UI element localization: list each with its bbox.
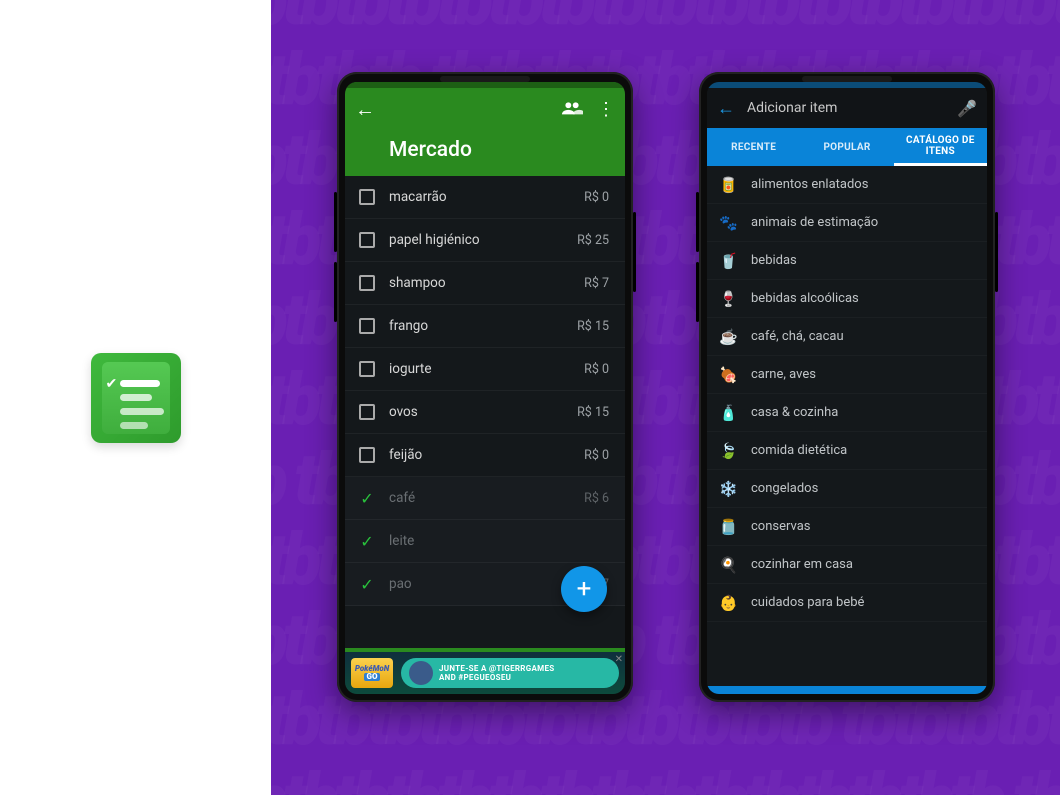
item-price: R$ 15: [577, 319, 609, 334]
category-item[interactable]: 🐾 animais de estimação: [707, 204, 987, 242]
category-icon: 🧴: [719, 404, 737, 422]
category-item[interactable]: 🥤 bebidas: [707, 242, 987, 280]
ad-banner[interactable]: PokéMoN GO JUNTE-SE A @TIGERRGAMES AND #…: [345, 648, 625, 694]
category-item[interactable]: ☕ café, chá, cacau: [707, 318, 987, 356]
list-item[interactable]: ✓ leite: [345, 520, 625, 563]
item-price: R$ 7: [584, 276, 609, 291]
catalog-tabs: RECENTEPOPULARCATÁLOGO DE ITENS: [707, 128, 987, 166]
ad-text: JUNTE-SE A @TIGERRGAMES AND #PEGUEOSEU: [439, 664, 555, 682]
showcase-panel: ← ⋮ Mercado macarrãoR$ 0papel higiénicoR…: [271, 0, 1060, 795]
list-item[interactable]: macarrãoR$ 0: [345, 176, 625, 219]
item-price: R$ 0: [584, 448, 609, 463]
category-icon: 🍖: [719, 366, 737, 384]
item-name: papel higiénico: [389, 232, 577, 248]
item-name: café: [389, 490, 584, 506]
category-item[interactable]: 🧴 casa & cozinha: [707, 394, 987, 432]
list-item[interactable]: frangoR$ 15: [345, 305, 625, 348]
list-item[interactable]: iogurteR$ 0: [345, 348, 625, 391]
category-icon: 🍃: [719, 442, 737, 460]
category-item[interactable]: 🍳 cozinhar em casa: [707, 546, 987, 584]
category-label: bebidas alcoólicas: [751, 291, 859, 306]
list-item[interactable]: feijãoR$ 0: [345, 434, 625, 477]
category-item[interactable]: 🍃 comida dietética: [707, 432, 987, 470]
list-item[interactable]: shampooR$ 7: [345, 262, 625, 305]
phone-catalog: ← Adicionar item 🎤 RECENTEPOPULARCATÁLOG…: [699, 72, 995, 702]
category-item[interactable]: 🫙 conservas: [707, 508, 987, 546]
category-label: casa & cozinha: [751, 405, 838, 420]
list-item[interactable]: papel higiénicoR$ 25: [345, 219, 625, 262]
category-label: carne, aves: [751, 367, 816, 382]
category-icon: 🍳: [719, 556, 737, 574]
category-icon: 🥫: [719, 176, 737, 194]
add-item-fab[interactable]: +: [561, 566, 607, 612]
item-name: ovos: [389, 404, 577, 420]
back-icon[interactable]: ←: [355, 97, 375, 122]
search-bar[interactable]: ← Adicionar item 🎤: [707, 88, 987, 128]
category-item[interactable]: 🍖 carne, aves: [707, 356, 987, 394]
category-icon: ☕: [719, 328, 737, 346]
category-label: congelados: [751, 481, 818, 496]
item-name: shampoo: [389, 275, 584, 291]
list-item[interactable]: ovosR$ 15: [345, 391, 625, 434]
ad-logo: PokéMoN GO: [351, 658, 393, 688]
category-item[interactable]: ❄️ congelados: [707, 470, 987, 508]
checkmark-icon[interactable]: ✓: [359, 489, 375, 508]
phone-mercado: ← ⋮ Mercado macarrãoR$ 0papel higiénicoR…: [337, 72, 633, 702]
share-people-icon[interactable]: [561, 99, 583, 120]
category-icon: ❄️: [719, 480, 737, 498]
category-icon: 🍷: [719, 290, 737, 308]
category-icon: 🐾: [719, 214, 737, 232]
mic-icon[interactable]: 🎤: [957, 99, 977, 118]
item-name: macarrão: [389, 189, 584, 205]
list-header: ← ⋮ Mercado: [345, 82, 625, 176]
category-icon: 🥤: [719, 252, 737, 270]
overflow-menu-icon[interactable]: ⋮: [597, 99, 615, 120]
checkbox[interactable]: [359, 361, 375, 377]
checkmark-icon[interactable]: ✓: [359, 575, 375, 594]
list-title: Mercado: [355, 124, 615, 162]
item-price: R$ 15: [577, 405, 609, 420]
item-price: R$ 0: [584, 362, 609, 377]
category-label: bebidas: [751, 253, 797, 268]
tab-cat-logo-de-itens[interactable]: CATÁLOGO DE ITENS: [894, 128, 987, 166]
category-label: café, chá, cacau: [751, 329, 844, 344]
checkbox[interactable]: [359, 232, 375, 248]
item-name: leite: [389, 533, 609, 549]
category-icon: 🫙: [719, 518, 737, 536]
checkbox[interactable]: [359, 318, 375, 334]
category-item[interactable]: 🥫 alimentos enlatados: [707, 166, 987, 204]
item-name: iogurte: [389, 361, 584, 377]
item-name: frango: [389, 318, 577, 334]
checkbox[interactable]: [359, 275, 375, 291]
checkmark-icon[interactable]: ✓: [359, 532, 375, 551]
app-logo: ✔: [86, 348, 186, 448]
category-item[interactable]: 👶 cuidados para bebé: [707, 584, 987, 622]
item-name: pao: [389, 576, 584, 592]
category-label: conservas: [751, 519, 811, 534]
category-label: comida dietética: [751, 443, 847, 458]
category-label: cuidados para bebé: [751, 595, 864, 610]
category-icon: 👶: [719, 594, 737, 612]
back-icon[interactable]: ←: [717, 98, 735, 119]
checkbox[interactable]: [359, 189, 375, 205]
ad-avatar: [409, 661, 433, 685]
search-input[interactable]: Adicionar item: [747, 100, 945, 116]
app-icon-panel: ✔: [0, 0, 271, 795]
category-label: alimentos enlatados: [751, 177, 868, 192]
category-list: 🥫 alimentos enlatados 🐾 animais de estimaçã…: [707, 166, 987, 686]
checkbox[interactable]: [359, 447, 375, 463]
tab-popular[interactable]: POPULAR: [800, 128, 893, 166]
ad-close-icon[interactable]: ✕: [615, 654, 623, 665]
item-price: R$ 25: [577, 233, 609, 248]
checkbox[interactable]: [359, 404, 375, 420]
tab-recente[interactable]: RECENTE: [707, 128, 800, 166]
item-name: feijão: [389, 447, 584, 463]
item-price: R$ 0: [584, 190, 609, 205]
list-item[interactable]: ✓ caféR$ 6: [345, 477, 625, 520]
item-price: R$ 6: [584, 491, 609, 506]
category-label: cozinhar em casa: [751, 557, 853, 572]
category-label: animais de estimação: [751, 215, 878, 230]
category-item[interactable]: 🍷 bebidas alcoólicas: [707, 280, 987, 318]
ad-bubble: JUNTE-SE A @TIGERRGAMES AND #PEGUEOSEU: [401, 658, 619, 688]
